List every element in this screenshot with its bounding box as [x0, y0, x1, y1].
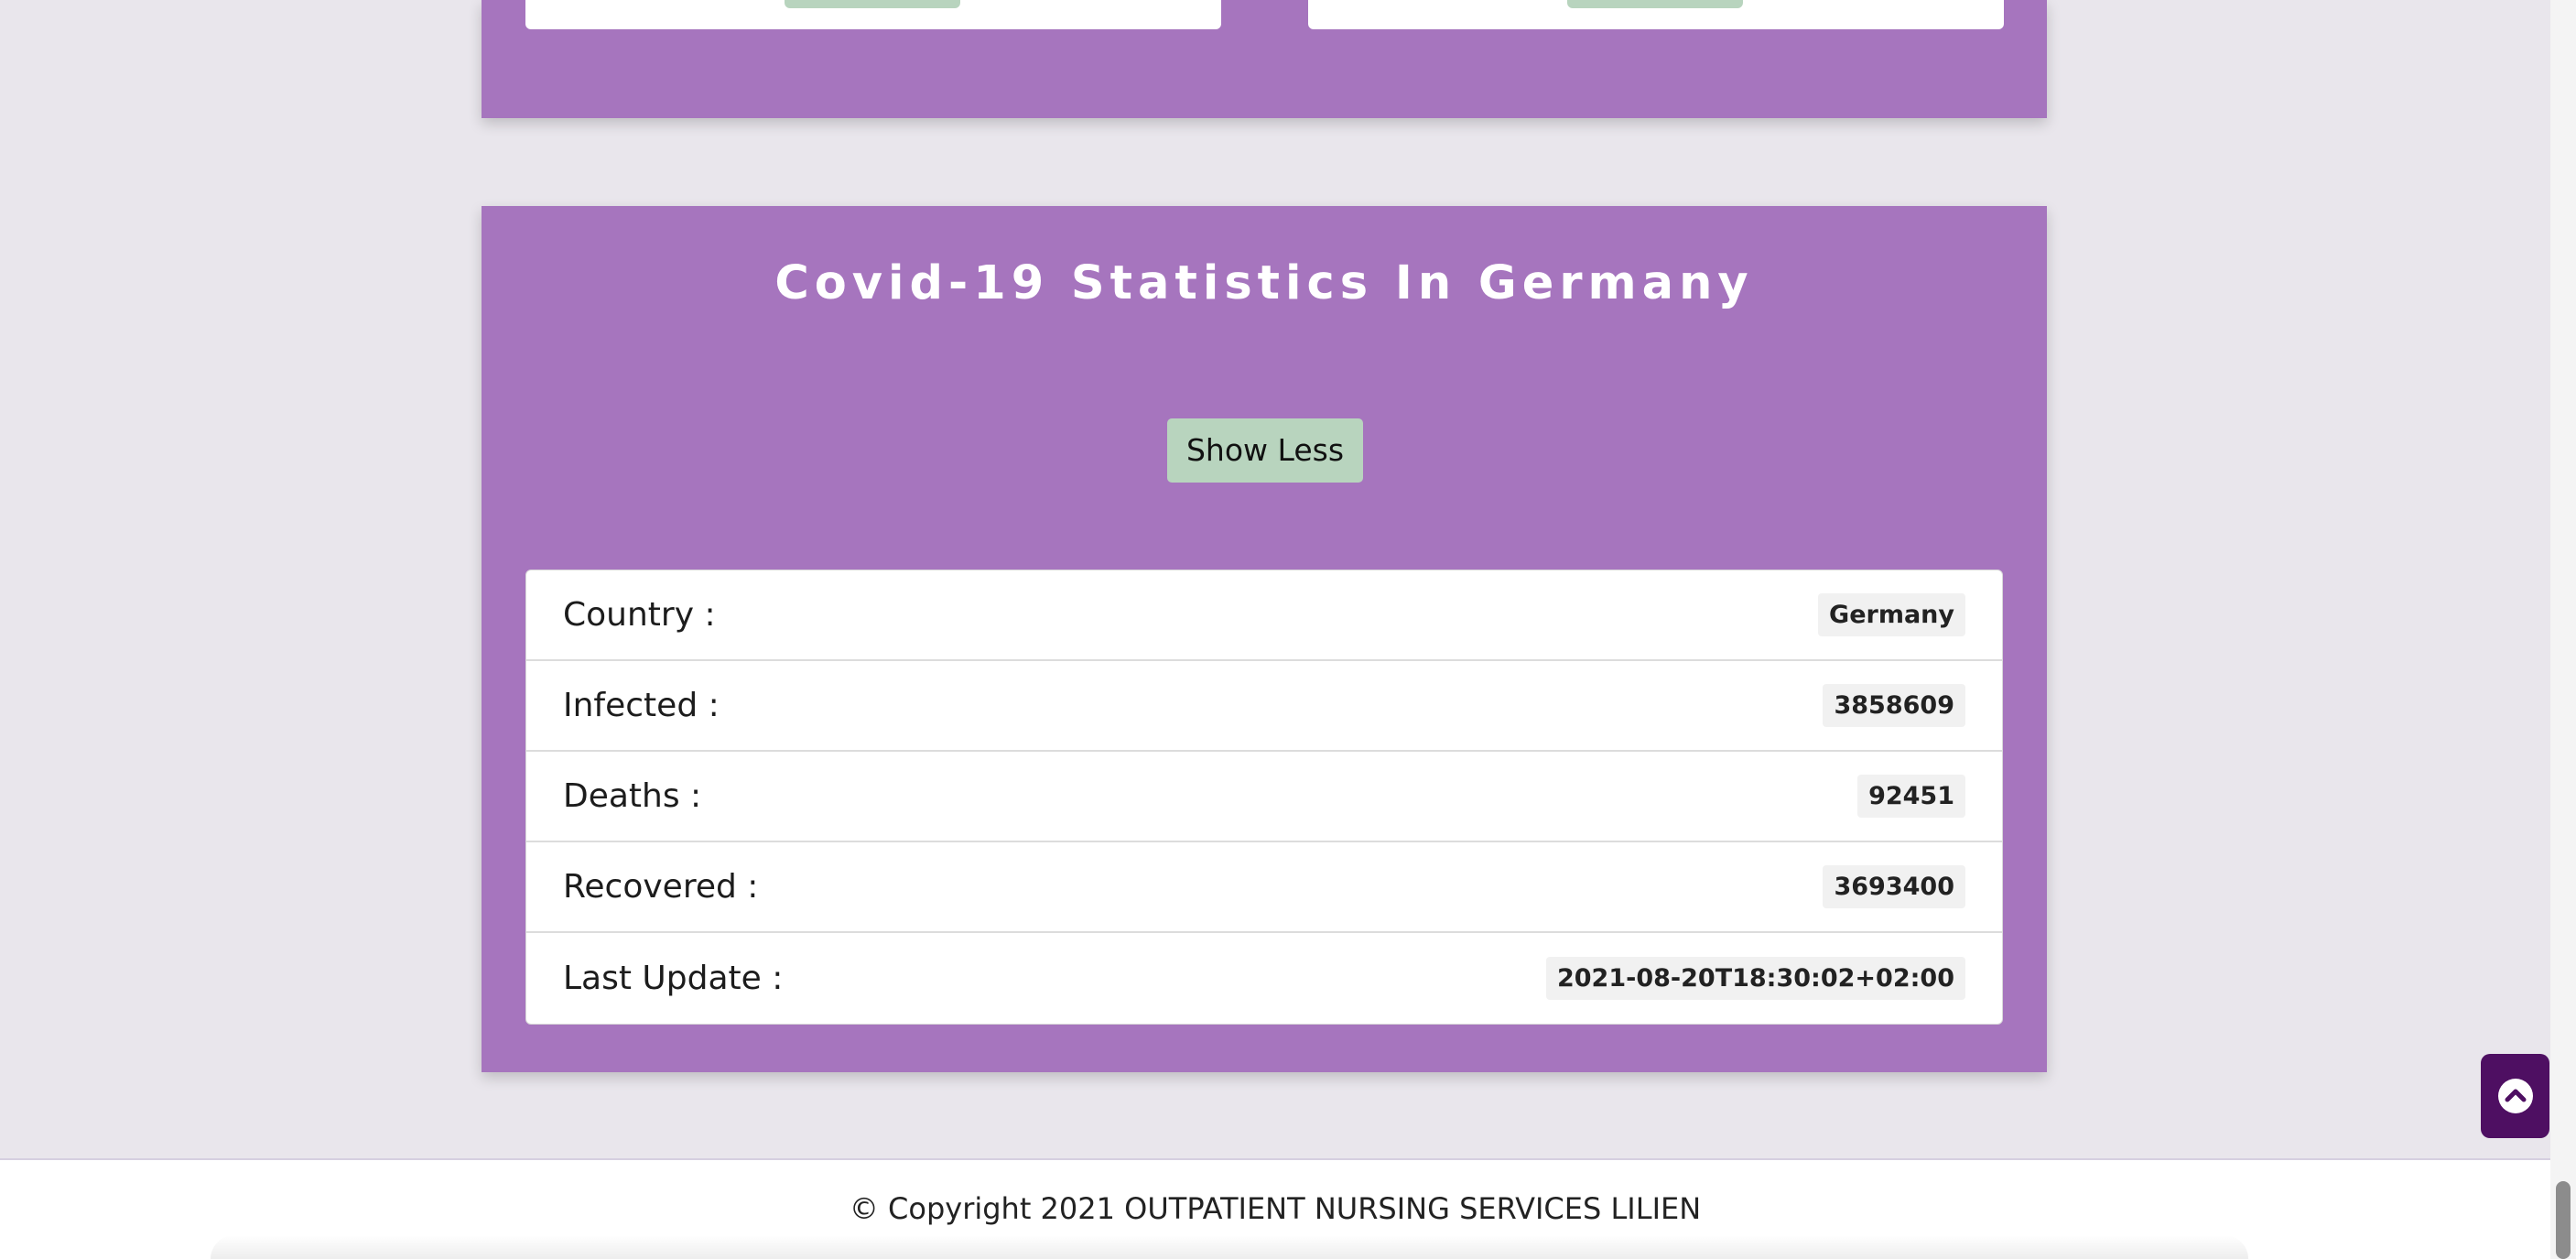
scrollbar-thumb[interactable] — [2556, 1181, 2571, 1259]
footer-copyright: © Copyright 2021 OUTPATIENT NURSING SERV… — [849, 1191, 1702, 1226]
scroll-to-top-button[interactable] — [2481, 1054, 2549, 1138]
previous-card-left — [525, 0, 1221, 29]
vertical-scrollbar[interactable] — [2550, 0, 2576, 1259]
stats-row-last-update: Last Update : 2021-08-20T18:30:02+02:00 — [526, 933, 2002, 1024]
previous-card-right-button[interactable] — [1567, 0, 1743, 8]
stats-row-recovered: Recovered : 3693400 — [526, 842, 2002, 933]
stats-row-value: 2021-08-20T18:30:02+02:00 — [1545, 957, 1965, 1000]
stats-row-value: Germany — [1818, 593, 1965, 636]
stats-row-label: Infected : — [563, 687, 720, 724]
footer-shadow — [211, 1235, 2248, 1259]
stats-row-deaths: Deaths : 92451 — [526, 752, 2002, 842]
stats-list: Country : Germany Infected : 3858609 Dea… — [525, 570, 2003, 1025]
stats-row-value: 92451 — [1857, 775, 1965, 818]
stats-row-label: Recovered : — [563, 868, 759, 906]
stats-row-infected: Infected : 3858609 — [526, 661, 2002, 752]
stats-row-value: 3693400 — [1823, 865, 1965, 908]
previous-section — [482, 0, 2047, 118]
stats-row-country: Country : Germany — [526, 570, 2002, 661]
stats-row-label: Last Update : — [563, 960, 784, 997]
stats-row-label: Country : — [563, 596, 716, 634]
footer: © Copyright 2021 OUTPATIENT NURSING SERV… — [0, 1158, 2550, 1259]
stats-row-label: Deaths : — [563, 777, 702, 815]
chevron-up-circle-icon — [2497, 1078, 2534, 1114]
previous-card-right — [1308, 0, 2004, 29]
show-less-button[interactable]: Show Less — [1167, 418, 1363, 483]
stats-row-value: 3858609 — [1823, 684, 1965, 727]
stats-title: Covid-19 Statistics In Germany — [774, 256, 1754, 310]
previous-card-left-button[interactable] — [785, 0, 960, 8]
covid-stats-section: Covid-19 Statistics In Germany Show Less… — [482, 206, 2047, 1072]
